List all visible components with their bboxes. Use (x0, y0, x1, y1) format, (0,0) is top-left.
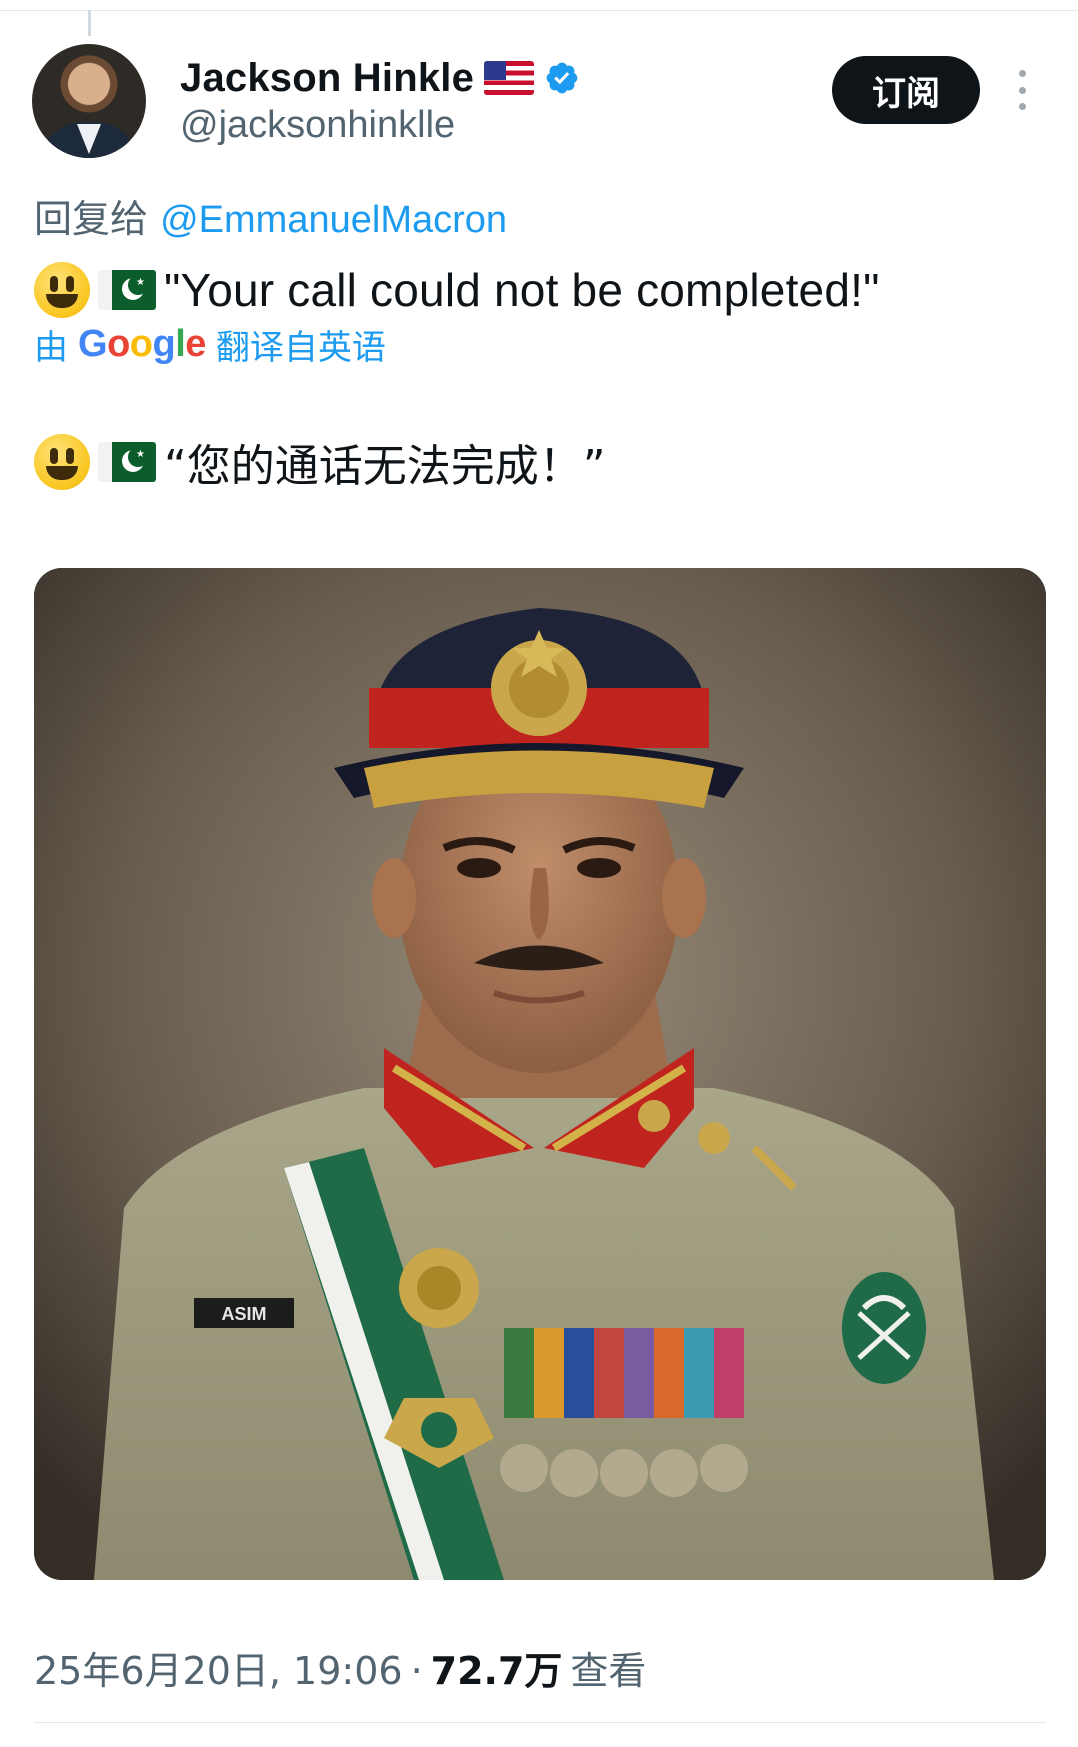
thread-connector-line (88, 10, 91, 36)
translation-attribution[interactable]: 由 Google 翻译自英语 (34, 320, 386, 369)
author-name-row[interactable]: Jackson Hinkle (180, 50, 580, 106)
views-label: 查看 (570, 1649, 647, 1693)
pakistan-flag-emoji: ★ (98, 270, 156, 310)
translation-prefix: 由 (34, 328, 68, 368)
reply-to-line: 回复给 @EmmanuelMacron (34, 188, 507, 243)
tweet-meta: 25年6月20日, 19:06 · 72.7万 查看 (34, 1640, 646, 1695)
translation-suffix: 翻译自英语 (215, 328, 386, 368)
grinning-face-emoji (34, 434, 90, 490)
translated-text-row: ★ “您的通话无法完成！” (34, 430, 606, 494)
tweet-timestamp[interactable]: 25年6月20日, 19:06 (34, 1640, 403, 1695)
portrait-illustration: ASIM (34, 568, 1046, 1580)
author-display-name[interactable]: Jackson Hinkle (180, 56, 474, 101)
reply-to-prefix: 回复给 (34, 197, 149, 241)
tweet-text: "Your call could not be completed!" (164, 264, 880, 316)
name-tag-text: ASIM (222, 1304, 267, 1324)
tweet-page: Jackson Hinkle @jacksonhinklle 订阅 回复给 @E… (0, 0, 1078, 1747)
google-logo: Google (78, 323, 206, 365)
verified-badge-icon[interactable] (544, 60, 580, 96)
top-divider (0, 10, 1078, 11)
translated-text: “您的通话无法完成！” (164, 441, 606, 492)
bottom-divider (34, 1722, 1046, 1723)
author-handle[interactable]: @jacksonhinklle (180, 104, 455, 147)
tweet-photo[interactable]: ASIM (34, 568, 1046, 1580)
views-count[interactable]: 72.7万 (431, 1640, 563, 1695)
reply-mention-link[interactable]: @EmmanuelMacron (160, 199, 507, 241)
subscribe-button[interactable]: 订阅 (832, 56, 980, 124)
meta-separator: · (410, 1649, 423, 1693)
grinning-face-emoji (34, 262, 90, 318)
avatar[interactable] (32, 44, 146, 158)
tweet-text-row: ★ "Your call could not be completed!" (34, 262, 880, 318)
pakistan-flag-emoji: ★ (98, 442, 156, 482)
us-flag-icon (484, 61, 535, 95)
more-vertical-icon[interactable] (1012, 70, 1032, 110)
